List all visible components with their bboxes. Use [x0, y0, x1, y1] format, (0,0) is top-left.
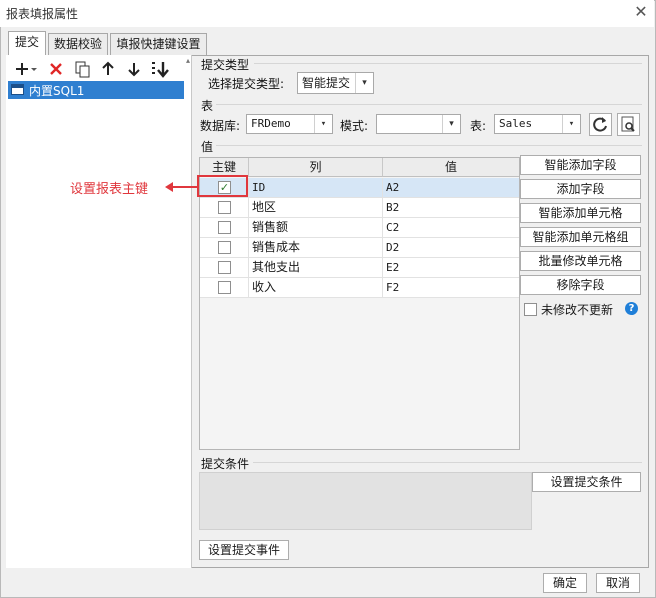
chevron-down-icon: ▾ — [355, 73, 373, 93]
table-row[interactable]: 销售额 C2 — [200, 218, 519, 238]
no-update-checkbox[interactable] — [524, 303, 537, 316]
values-section-title: 值 — [201, 140, 214, 154]
tree-item-sql1[interactable]: 内置SQL1 — [8, 81, 184, 99]
column-cell: 销售成本 — [249, 238, 383, 257]
sql-list-pane — [6, 55, 192, 568]
value-cell: C2 — [386, 221, 400, 234]
key-cell — [200, 238, 249, 257]
window-title: 报表填报属性 — [6, 7, 79, 21]
column-cell: 其他支出 — [249, 258, 383, 277]
preview-table-button[interactable] — [617, 113, 640, 136]
search-icon — [621, 116, 635, 132]
key-cell — [200, 198, 249, 217]
annotation-highlight-box — [197, 175, 248, 197]
key-cell — [200, 258, 249, 277]
cancel-button[interactable]: 取消 — [596, 573, 640, 593]
no-update-label: 未修改不更新 — [541, 303, 614, 317]
refresh-icon — [593, 117, 607, 132]
smart-add-field-button[interactable]: 智能添加字段 — [520, 155, 641, 175]
tab-data-validation[interactable]: 数据校验 — [48, 33, 108, 55]
ok-button[interactable]: 确定 — [543, 573, 587, 593]
close-icon[interactable]: ✕ — [632, 3, 650, 21]
database-select[interactable]: FRDemo ▾ — [246, 114, 333, 134]
column-header-value[interactable]: 值 — [383, 158, 519, 177]
divider — [216, 104, 642, 105]
key-cell — [200, 218, 249, 237]
move-down-icon[interactable] — [124, 59, 144, 79]
batch-modify-cell-button[interactable]: 批量修改单元格 — [520, 251, 641, 271]
submit-type-section-title: 提交类型 — [201, 58, 250, 72]
set-submit-event-button[interactable]: 设置提交事件 — [199, 540, 289, 560]
key-checkbox[interactable] — [218, 221, 231, 234]
value-cell: F2 — [386, 281, 400, 294]
submit-type-value: 智能提交 — [302, 76, 351, 90]
tab-shortcut-settings[interactable]: 填报快捷键设置 — [110, 33, 207, 55]
add-dropdown-icon[interactable] — [12, 59, 38, 79]
add-field-button[interactable]: 添加字段 — [520, 179, 641, 199]
fields-grid: 主键 列 值 ✓ ID A2 地区 B2 销售额 C2 销售成本 D2 其他支出… — [199, 157, 520, 450]
column-cell: ID — [249, 178, 383, 197]
move-up-icon[interactable] — [98, 59, 118, 79]
table-row[interactable]: 销售成本 D2 — [200, 238, 519, 258]
key-checkbox[interactable] — [218, 241, 231, 254]
divider — [216, 145, 642, 146]
database-label: 数据库: — [200, 119, 241, 133]
table-label: 表: — [470, 119, 487, 133]
table-section-title: 表 — [201, 99, 214, 113]
chevron-down-icon: ▾ — [314, 115, 332, 133]
key-checkbox[interactable] — [218, 281, 231, 294]
table-row[interactable]: 其他支出 E2 — [200, 258, 519, 278]
column-cell: 收入 — [249, 278, 383, 297]
value-cell: E2 — [386, 261, 400, 274]
database-value: FRDemo — [251, 117, 291, 130]
value-cell: A2 — [386, 181, 400, 194]
column-cell: 地区 — [249, 198, 383, 217]
table-icon — [11, 84, 24, 95]
key-checkbox[interactable] — [218, 261, 231, 274]
refresh-button[interactable] — [589, 113, 612, 136]
mode-select[interactable]: ▾ — [376, 114, 461, 134]
set-condition-button[interactable]: 设置提交条件 — [532, 472, 641, 492]
value-cell: D2 — [386, 241, 400, 254]
divider — [253, 462, 642, 463]
mode-label: 模式: — [340, 119, 369, 133]
copy-icon[interactable] — [72, 59, 92, 79]
table-row[interactable]: 地区 B2 — [200, 198, 519, 218]
pane-scroll-up-icon[interactable]: ▴ — [186, 57, 190, 65]
smart-add-cell-button[interactable]: 智能添加单元格 — [520, 203, 641, 223]
value-cell: B2 — [386, 201, 400, 214]
condition-section-title: 提交条件 — [201, 457, 250, 471]
annotation-arrow-icon — [165, 182, 197, 192]
divider — [254, 63, 642, 64]
delete-icon[interactable] — [46, 59, 66, 79]
sort-icon[interactable] — [150, 59, 172, 79]
column-cell: 销售额 — [249, 218, 383, 237]
submit-type-select[interactable]: 智能提交 ▾ — [297, 72, 374, 94]
submit-type-label: 选择提交类型: — [208, 77, 285, 91]
condition-display-area — [199, 472, 532, 530]
annotation-label: 设置报表主键 — [70, 182, 149, 197]
chevron-down-icon: ▾ — [562, 115, 580, 133]
chevron-down-icon: ▾ — [442, 115, 460, 133]
help-icon[interactable]: ? — [625, 302, 638, 315]
column-header-column[interactable]: 列 — [249, 158, 383, 177]
tab-submit[interactable]: 提交 — [8, 31, 46, 56]
tree-item-label: 内置SQL1 — [29, 84, 85, 98]
remove-field-button[interactable]: 移除字段 — [520, 275, 641, 295]
title-bar — [0, 0, 654, 27]
smart-add-cell-group-button[interactable]: 智能添加单元格组 — [520, 227, 641, 247]
key-checkbox[interactable] — [218, 201, 231, 214]
table-value: Sales — [499, 117, 533, 130]
table-select[interactable]: Sales ▾ — [494, 114, 581, 134]
table-row[interactable]: 收入 F2 — [200, 278, 519, 298]
key-cell — [200, 278, 249, 297]
